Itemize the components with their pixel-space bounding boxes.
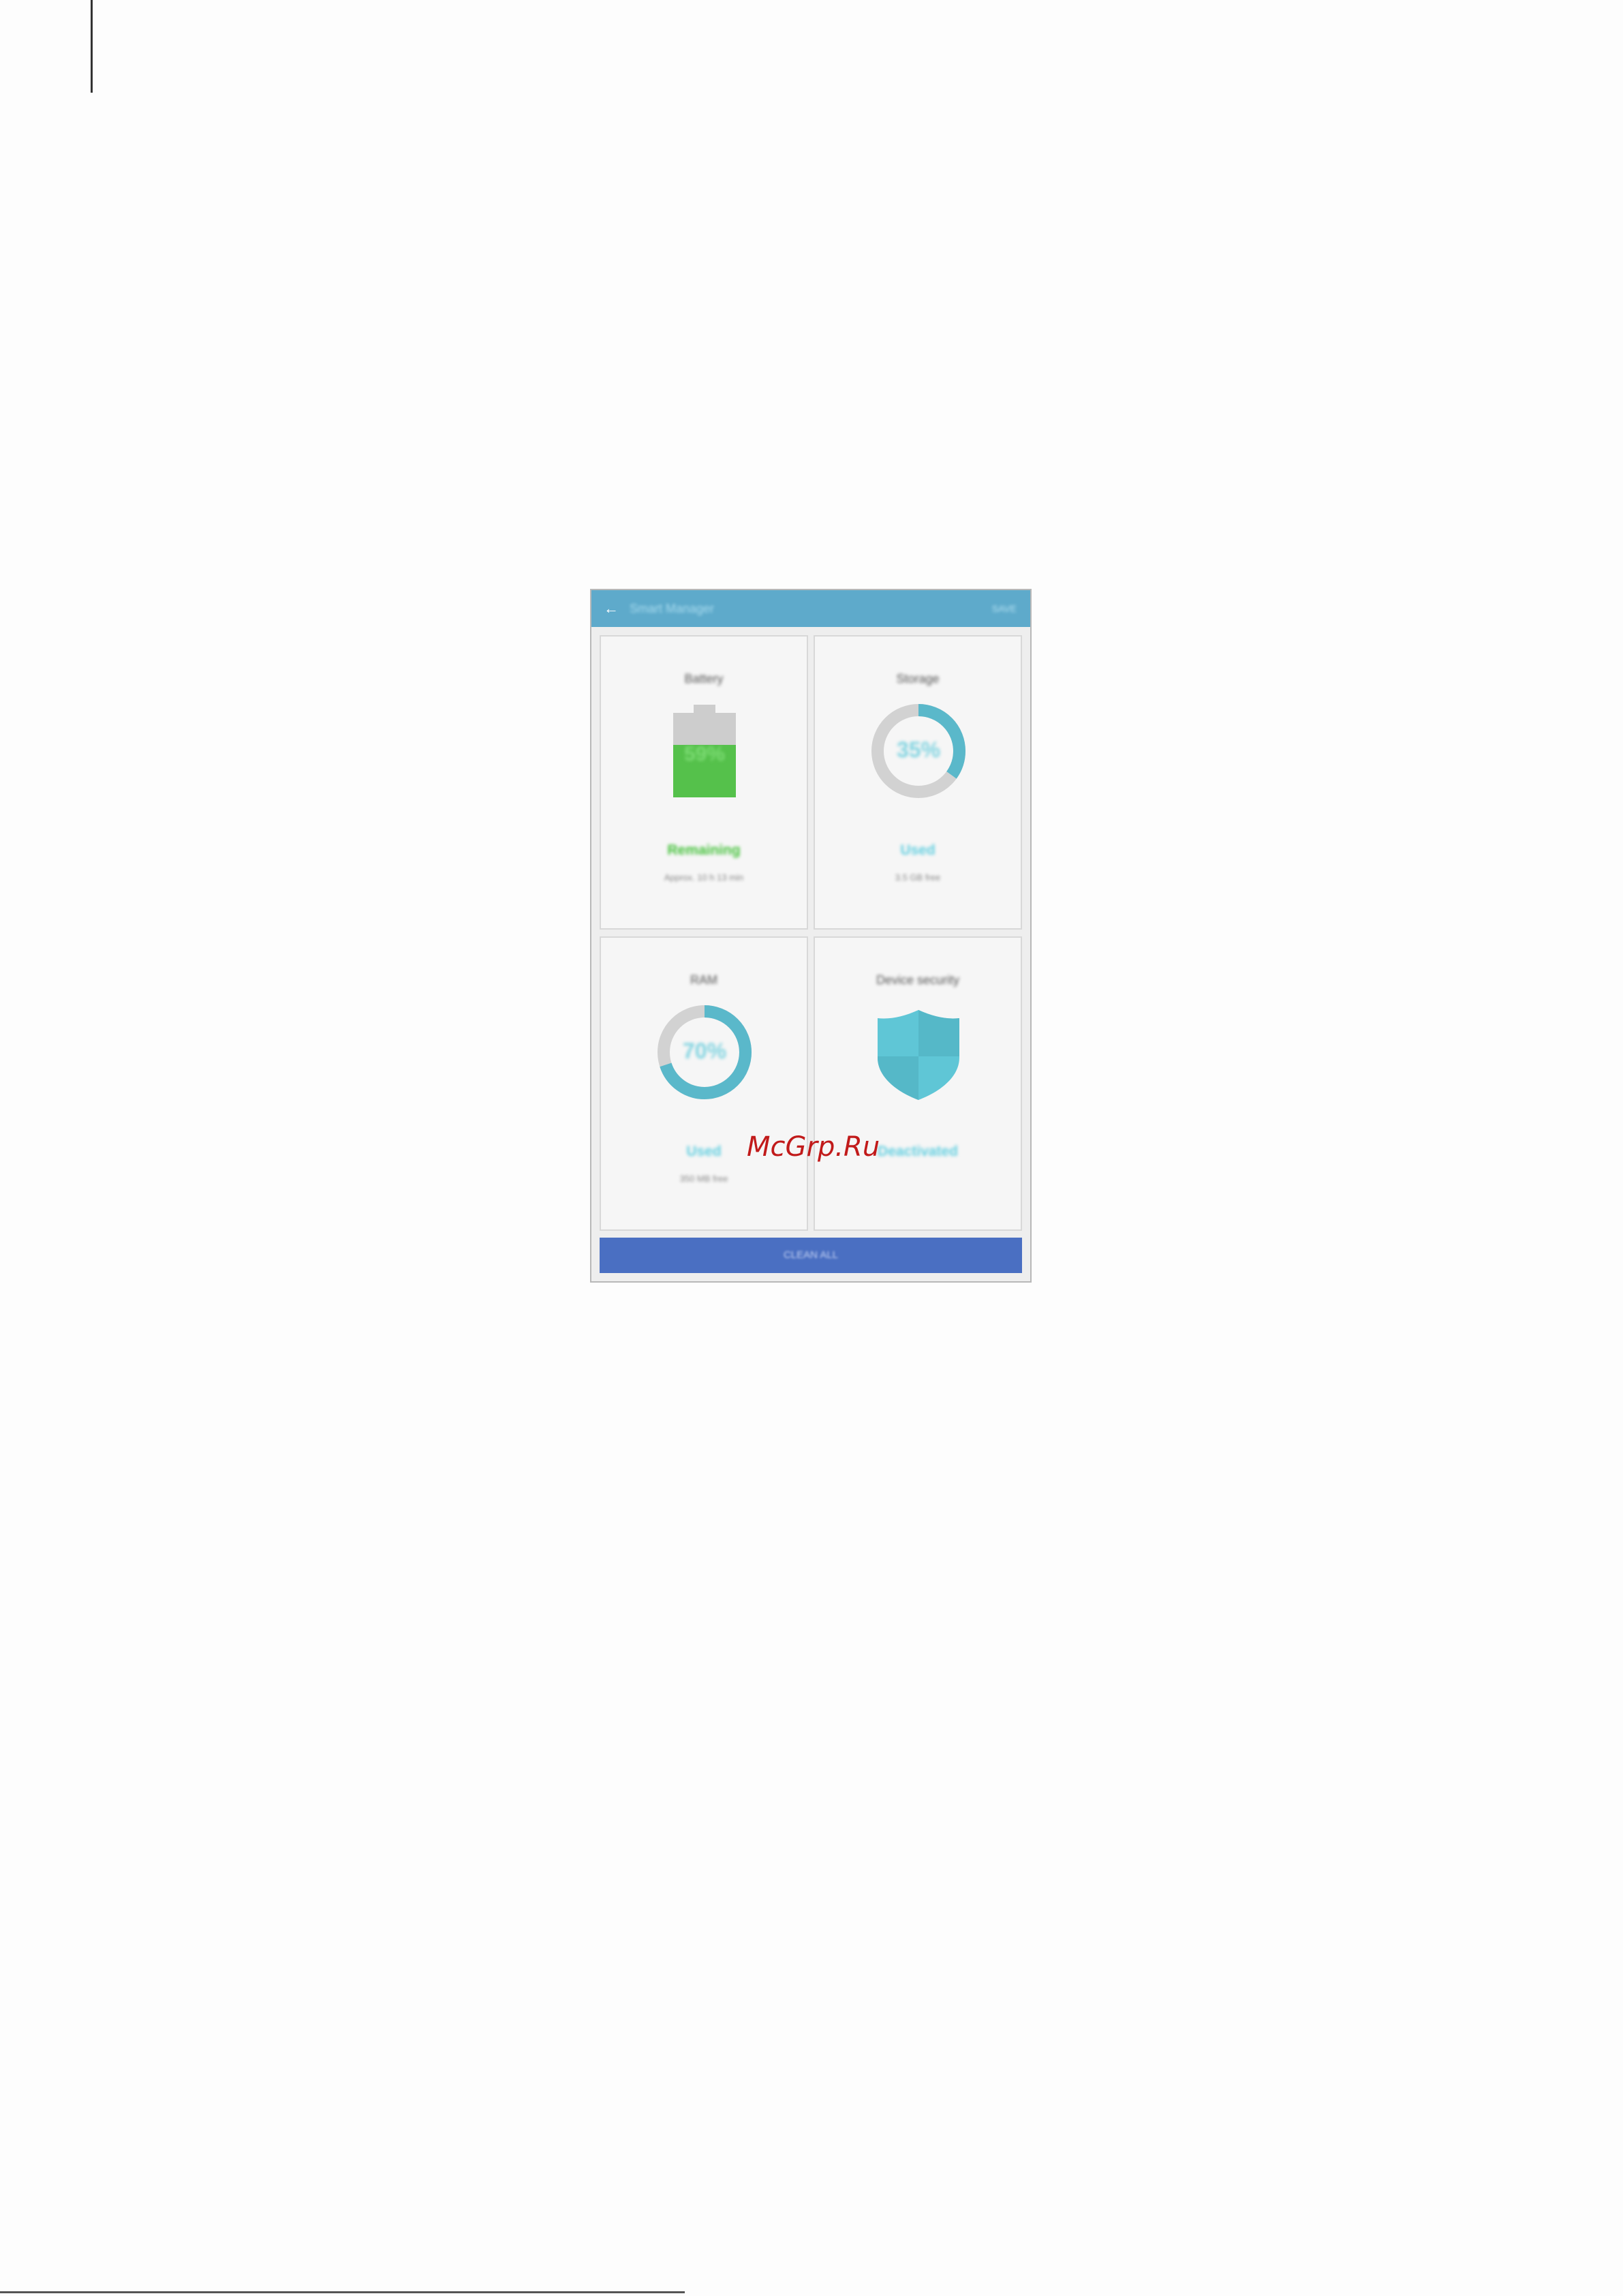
battery-detail: Approx. 10 h 13 min [664,872,744,883]
clean-all-label: CLEAN ALL [783,1249,839,1261]
ram-card[interactable]: RAM 70% Used 350 MB free [600,936,808,1231]
shield-icon [878,1010,959,1100]
ram-ring: 70% [657,1005,752,1100]
storage-detail: 3.5 GB free [895,872,941,883]
storage-card[interactable]: Storage 35% Used 3.5 GB free [814,635,1022,930]
ram-detail: 350 MB free [679,1174,728,1184]
ram-title: RAM [690,973,717,987]
clean-all-button[interactable]: CLEAN ALL [600,1238,1022,1273]
app-title: Smart Manager [630,601,715,615]
back-arrow-icon[interactable]: ← [604,601,619,616]
shield-bottom-left-quarter [878,1056,918,1100]
battery-card[interactable]: Battery 59% Remaining Approx. 10 h 13 mi… [600,635,808,930]
app-action-button[interactable]: SAVE [992,603,1017,614]
page-bottom-line [0,2291,685,2293]
device-screen: ← Smart Manager SAVE Battery 59% Remaini… [590,589,1032,1283]
battery-body: 59% [673,713,736,797]
page-margin-line [91,0,93,93]
battery-icon: 59% [673,705,736,797]
security-title: Device security [876,973,960,987]
security-card[interactable]: Device security Deactivated [814,936,1022,1231]
app-bar: ← Smart Manager SAVE [591,590,1030,627]
ram-percent: 70% [682,1039,727,1063]
storage-title: Storage [896,672,940,686]
watermark-text: McGrp.Ru [747,1131,880,1163]
battery-percent: 59% [683,743,726,765]
storage-percent: 35% [896,737,941,762]
battery-title: Battery [684,672,724,686]
shield-top-right-quarter [918,1010,959,1056]
storage-ring: 35% [871,703,966,799]
battery-status: Remaining [667,842,741,858]
storage-status: Used [900,842,936,858]
